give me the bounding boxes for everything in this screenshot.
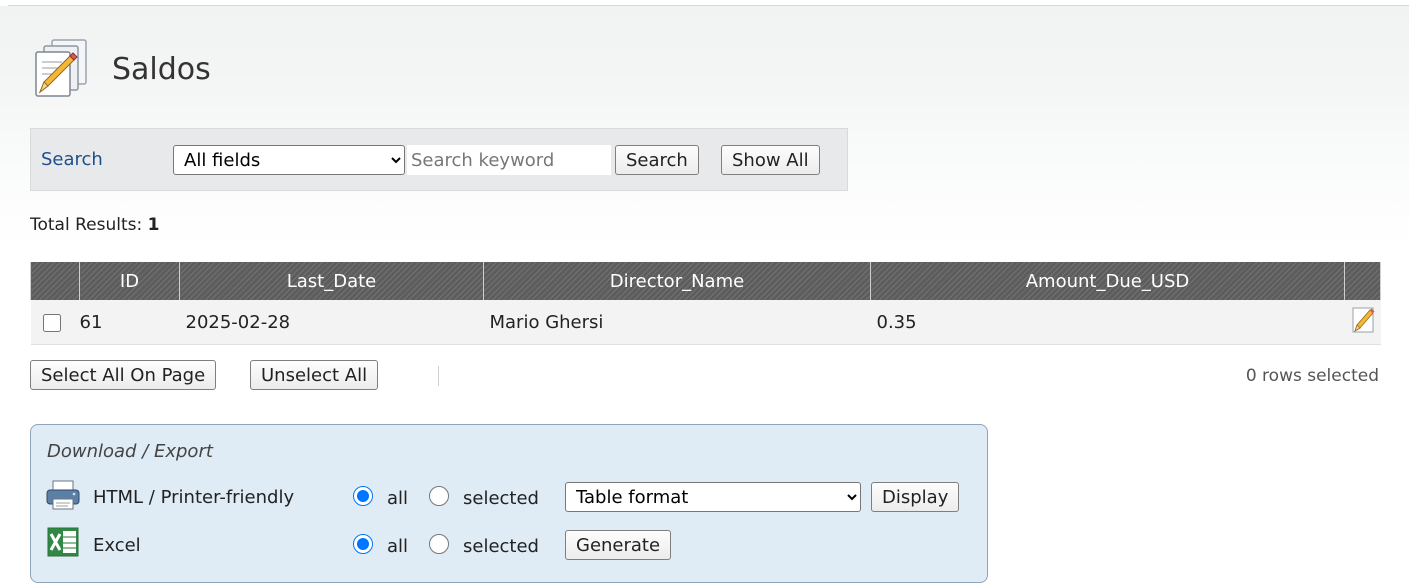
row-checkbox[interactable] (42, 313, 61, 332)
html-selected-radio[interactable] (429, 486, 449, 506)
excel-all-label: all (387, 536, 409, 557)
export-title: Download / Export (47, 441, 213, 462)
table-header-row: ID Last_Date Director_Name Amount_Due_US… (30, 262, 1381, 300)
unselect-all-button[interactable]: Unselect All (250, 360, 379, 390)
search-input[interactable] (407, 145, 611, 175)
html-all-label: all (387, 488, 409, 509)
column-header-director-name[interactable]: Director_Name (483, 262, 871, 300)
results-table: ID Last_Date Director_Name Amount_Due_US… (30, 262, 1381, 345)
show-all-button[interactable]: Show All (721, 145, 820, 175)
header-edit-col (1344, 262, 1381, 300)
rows-selected-status: 0 rows selected (1245, 366, 1379, 386)
printer-icon (46, 480, 80, 510)
total-results-label: Total Results: (30, 215, 143, 235)
search-link[interactable]: Search (41, 149, 103, 170)
column-header-id[interactable]: ID (79, 262, 180, 300)
export-panel: Download / Export HTML / Printer-friendl… (30, 424, 988, 583)
row-edit-cell (1344, 300, 1381, 345)
html-printer-label: HTML / Printer-friendly (93, 487, 295, 508)
select-all-on-page-button[interactable]: Select All On Page (30, 360, 217, 390)
display-button[interactable]: Display (871, 482, 960, 512)
row-select-cell (30, 300, 80, 345)
pencil-icon[interactable] (1351, 305, 1377, 335)
excel-selected-radio[interactable] (429, 534, 449, 554)
table-row: 61 2025-02-28 Mario Ghersi 0.35 (30, 300, 1381, 345)
html-selected-label: selected (463, 488, 539, 509)
excel-all-radio[interactable] (353, 534, 373, 554)
search-field-select[interactable]: All fields (173, 145, 405, 175)
format-select[interactable]: Table format (565, 482, 861, 512)
cell-last-date: 2025-02-28 (179, 300, 484, 345)
cell-amount-due: 0.35 (870, 300, 1345, 345)
total-results: Total Results: 1 (30, 215, 159, 235)
excel-icon (47, 527, 79, 557)
html-all-radio[interactable] (353, 486, 373, 506)
header-band (0, 6, 1409, 246)
total-results-count: 1 (147, 215, 160, 235)
column-header-last-date[interactable]: Last_Date (179, 262, 484, 300)
page-title: Saldos (112, 52, 211, 87)
results-table-wrapper: ID Last_Date Director_Name Amount_Due_US… (30, 262, 1381, 345)
cell-director-name: Mario Ghersi (483, 300, 871, 345)
toolbar-divider (438, 366, 439, 386)
document-edit-icon (35, 39, 87, 97)
search-panel: Search All fields Search Show All (30, 128, 848, 191)
generate-button[interactable]: Generate (565, 530, 672, 560)
excel-label: Excel (93, 535, 141, 556)
header-checkbox-col (30, 262, 80, 300)
excel-selected-label: selected (463, 536, 539, 557)
search-button[interactable]: Search (615, 145, 699, 175)
cell-id: 61 (79, 300, 180, 345)
column-header-amount-due[interactable]: Amount_Due_USD (870, 262, 1345, 300)
